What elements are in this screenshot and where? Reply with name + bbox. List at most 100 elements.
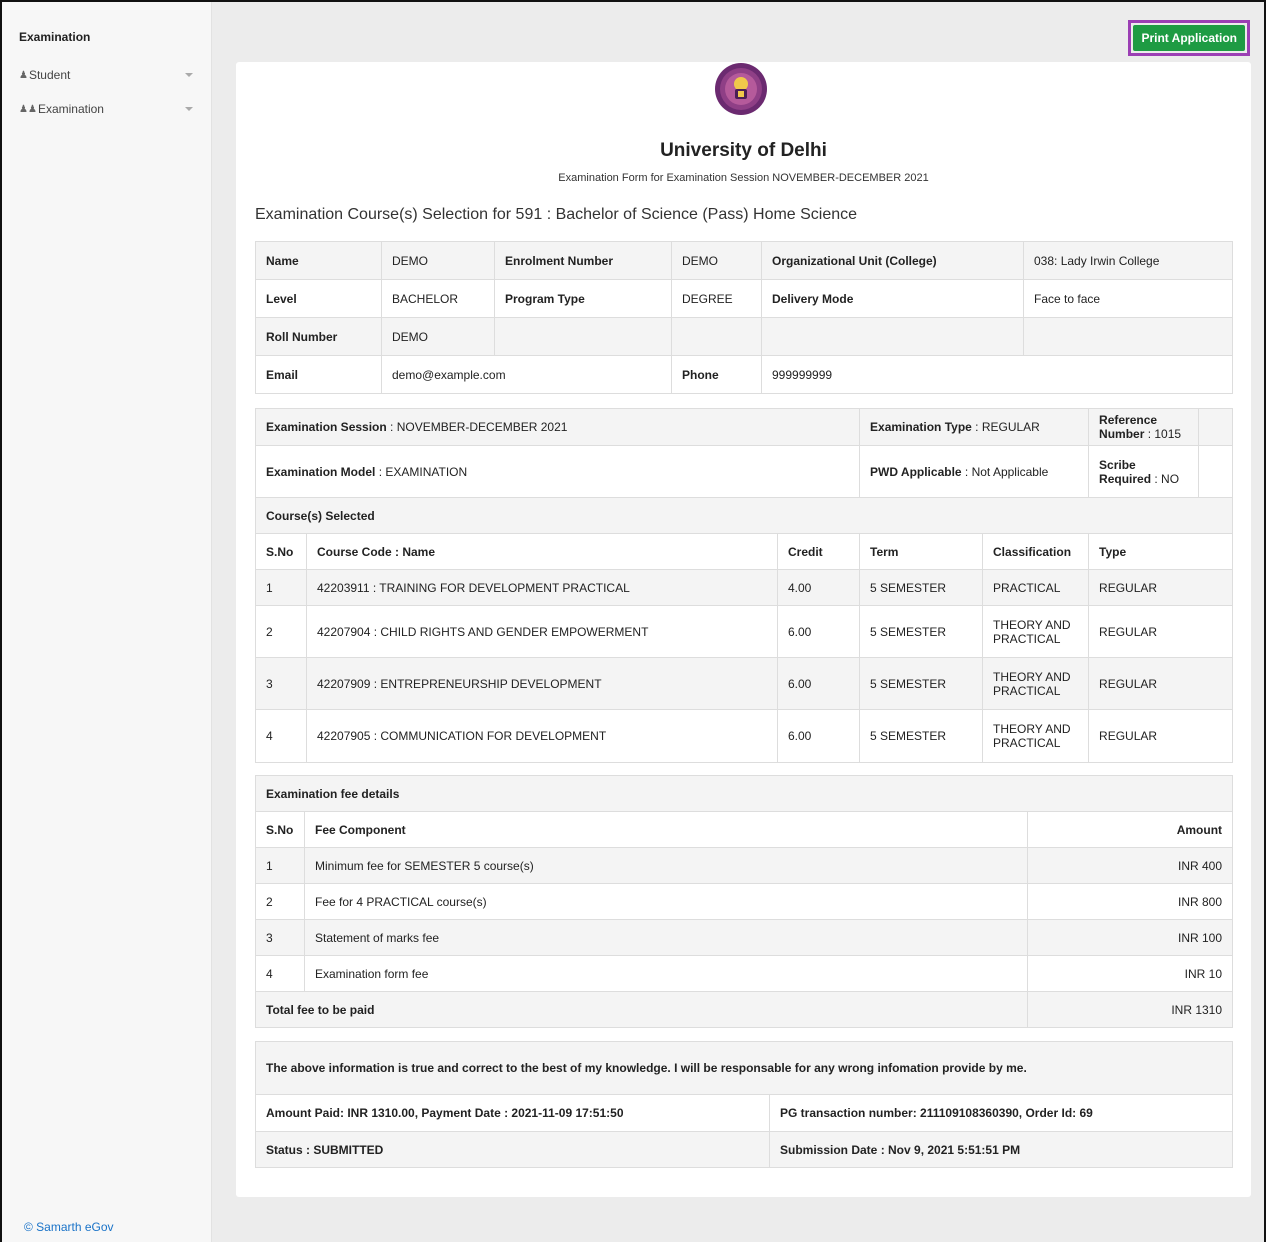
cell: REGULAR [1088,569,1234,606]
sidebar-item-label: Student [28,68,71,82]
scribe-label: Scribe Required [1099,457,1152,486]
model-value: : EXAMINATION [375,464,468,479]
level-label: Level [255,279,382,318]
table-header-row: S.No Fee Component Amount [255,811,1234,848]
table-row: Email demo@example.com Phone 999999999 [255,355,1233,394]
table-row: The above information is true and correc… [254,1041,1234,1095]
sidebar-brand[interactable]: Examination [2,30,211,48]
email-label: Email [255,355,382,394]
session-value: : NOVEMBER-DECEMBER 2021 [386,420,568,434]
cell: 4 [255,709,307,763]
roll-label: Roll Number [255,317,382,356]
org-value: 038: Lady Irwin College [1023,241,1233,280]
cell: 4 [255,955,305,992]
model-label: Examination Model [266,464,376,479]
session-label: Examination Session [266,420,387,434]
cell: 3 [255,919,305,956]
pg-transaction: PG transaction number: 211109108360390, … [768,1094,1234,1132]
table-row: 3 Statement of marks fee INR 100 [255,919,1234,956]
table-row: Amount Paid: INR 1310.00, Payment Date :… [255,1094,1234,1132]
cell: 6.00 [776,657,861,710]
total-value: INR 1310 [1026,991,1234,1028]
cell: REGULAR [1088,605,1234,658]
name-label: Name [255,241,382,280]
cell: 5 SEMESTER [859,569,984,606]
table-row: 1 Minimum fee for SEMESTER 5 course(s) INR… [255,847,1234,884]
exam-type-label: Examination Type [870,420,972,434]
cell: REGULAR [1088,709,1234,763]
table-row: Total fee to be paid INR 1310 [255,991,1234,1028]
table-row: 4 Examination form fee INR 10 [255,955,1234,992]
table-row: 4 42207905 : COMMUNICATION FOR DEVELOPMEN… [255,709,1234,763]
cell: Statement of marks fee [304,919,1028,956]
pwd-label: PWD Applicable [870,464,962,479]
cell: 5 SEMESTER [859,709,984,763]
cell: 1 [255,847,305,884]
cell: 2 [255,883,305,920]
cell: INR 800 [1026,883,1234,920]
sidebar-item-student[interactable]: ♟ Student [2,66,211,84]
col-header: Course Code : Name [306,533,778,570]
cell: THEORY AND PRACTICAL [982,709,1090,763]
student-info-table: Name DEMO Enrolment Number DEMO Organiza… [255,241,1233,394]
exam-type-value: : REGULAR [971,420,1040,434]
email-value: demo@example.com [381,355,672,394]
total-label: Total fee to be paid [255,991,1028,1028]
org-label: Organizational Unit (College) [761,241,1024,280]
cell: 6.00 [776,605,861,658]
table-header-row: S.No Course Code : Name Credit Term Clas… [255,533,1234,570]
cell: 2 [255,605,307,658]
cell: 4.00 [776,569,861,606]
cell: 1 [255,569,307,606]
cell: INR 10 [1026,955,1234,992]
form-subtitle: Examination Form for Examination Session… [558,172,929,184]
cell: 3 [255,657,307,710]
submission-date: Submission Date : Nov 9, 2021 5:51:51 PM [768,1131,1234,1168]
table-row: Roll Number DEMO [255,317,1233,356]
col-header: Classification [982,533,1090,570]
cell: 42203911 : TRAINING FOR DEVELOPMENT PRAC… [306,569,778,606]
table-row: 3 42207909 : ENTREPRENEURSHIP DEVELOPMENT… [255,657,1234,710]
main-content: Print Application University of Delhi Ex… [212,2,1264,1242]
delivery-label: Delivery Mode [761,279,1024,318]
print-button-highlight: Print Application [1128,20,1250,56]
col-header: Term [859,533,984,570]
table-row: 2 Fee for 4 PRACTICAL course(s) INR 800 [255,883,1234,920]
pwd-value: : Not Applicable [961,464,1049,479]
chevron-down-icon [185,107,193,111]
table-row: 1 42203911 : TRAINING FOR DEVELOPMENT PRA… [255,569,1234,606]
level-value: BACHELOR [381,279,495,318]
scribe-value: : NO [1151,471,1180,486]
cell: 5 SEMESTER [859,657,984,710]
courses-heading: Course(s) Selected [254,497,1234,534]
table-row: Examination Model : EXAMINATION PWD Appl… [254,445,1234,498]
users-icon: ♟♟ [19,103,37,115]
cell: THEORY AND PRACTICAL [982,657,1090,710]
col-header: Fee Component [304,811,1028,848]
enrolment-label: Enrolment Number [494,241,672,280]
col-header: Type [1088,533,1234,570]
sidebar-item-label: Examination [37,102,104,116]
phone-value: 999999999 [761,355,1233,394]
name-value: DEMO [381,241,495,280]
roll-value: DEMO [381,317,495,356]
program-type-label: Program Type [494,279,672,318]
col-header: S.No [255,533,307,570]
print-application-button[interactable]: Print Application [1133,25,1245,51]
table-row: 2 42207904 : CHILD RIGHTS AND GENDER EMPO… [255,605,1234,658]
table-row: Course(s) Selected [254,497,1234,534]
samarth-egov-link[interactable]: © Samarth eGov [24,1220,114,1234]
cell: THEORY AND PRACTICAL [982,605,1090,658]
fee-heading: Examination fee details [254,775,1234,812]
col-header: Amount [1026,811,1234,848]
fee-details-table: Examination fee details S.No Fee Compone… [254,775,1234,1028]
app-window: Examination ♟ Student ♟♟ Examination Print… [0,0,1266,1242]
table-row: Examination Session : NOVEMBER-DECEMBER … [254,408,1234,446]
cell: 42207909 : ENTREPRENEURSHIP DEVELOPMENT [306,657,778,710]
declaration-table: The above information is true and correc… [254,1041,1234,1168]
table-row: Status : SUBMITTED Submission Date : Nov… [255,1131,1234,1168]
table-row: Name DEMO Enrolment Number DEMO Organiza… [255,241,1233,280]
cell: 42207905 : COMMUNICATION FOR DEVELOPMENT [306,709,778,763]
sidebar-item-examination[interactable]: ♟♟ Examination [2,100,211,118]
col-header: Credit [776,533,861,570]
